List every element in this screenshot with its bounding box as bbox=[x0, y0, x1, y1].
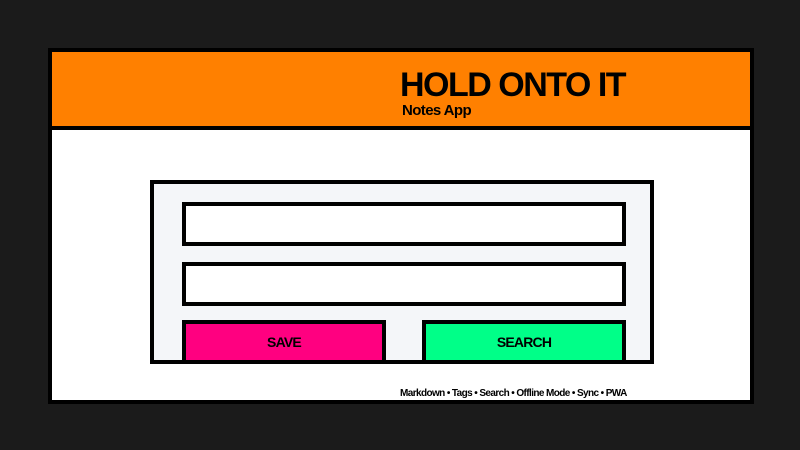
search-button[interactable]: SEARCH bbox=[422, 320, 626, 364]
app-header: HOLD ONTO IT Notes App bbox=[52, 52, 750, 130]
app-title: HOLD ONTO IT bbox=[400, 66, 627, 104]
note-title-input[interactable] bbox=[182, 202, 626, 246]
save-button[interactable]: SAVE bbox=[182, 320, 386, 364]
feature-list: Markdown • Tags • Search • Offline Mode … bbox=[400, 388, 627, 399]
note-content-input[interactable] bbox=[182, 262, 626, 306]
note-form-card: SAVE SEARCH bbox=[150, 180, 654, 364]
app-window: HOLD ONTO IT Notes App SAVE SEARCH Markd… bbox=[48, 48, 754, 404]
app-subtitle: Notes App bbox=[402, 102, 472, 119]
